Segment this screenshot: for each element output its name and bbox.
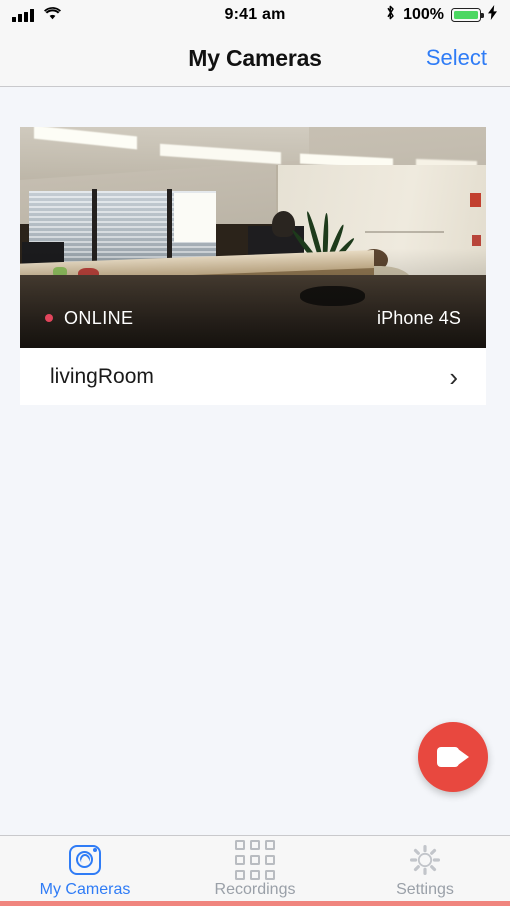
grid-icon xyxy=(235,839,275,880)
tab-label-my-cameras: My Cameras xyxy=(39,880,131,898)
tab-settings[interactable]: Settings xyxy=(340,836,510,906)
device-label: iPhone 4S xyxy=(377,307,461,328)
status-dot-icon xyxy=(45,314,53,322)
camera-icon xyxy=(69,844,101,875)
video-camera-icon xyxy=(437,747,469,767)
app-screen: 9:41 am 100% My Cameras Select ONLINE iP… xyxy=(0,0,510,906)
camera-card-livingroom[interactable]: ONLINE iPhone 4S livingRoom › xyxy=(20,127,486,405)
camera-status-overlay: ONLINE iPhone 4S xyxy=(20,288,486,348)
tab-label-settings: Settings xyxy=(396,880,454,898)
status-badge: ONLINE xyxy=(64,307,134,328)
tab-bar: My Cameras Recordings Settings xyxy=(0,835,510,906)
tab-my-cameras[interactable]: My Cameras xyxy=(0,836,170,906)
chevron-right-icon[interactable]: › xyxy=(449,364,458,390)
camera-list: ONLINE iPhone 4S livingRoom › xyxy=(0,88,510,835)
gear-icon xyxy=(410,844,440,875)
page-title: My Cameras xyxy=(188,44,322,71)
status-bar-time: 9:41 am xyxy=(224,6,286,23)
home-indicator xyxy=(0,901,510,906)
add-camera-button[interactable] xyxy=(418,722,488,792)
camera-name-row[interactable]: livingRoom › xyxy=(20,348,486,405)
select-button[interactable]: Select xyxy=(426,45,487,71)
camera-name-label: livingRoom xyxy=(50,364,154,388)
battery-icon xyxy=(451,8,484,22)
online-status: ONLINE xyxy=(45,308,133,329)
navigation-bar: My Cameras Select xyxy=(0,30,510,87)
tab-recordings[interactable]: Recordings xyxy=(170,836,340,906)
status-bar: 9:41 am 100% xyxy=(0,0,510,30)
tab-label-recordings: Recordings xyxy=(214,880,296,898)
camera-thumbnail[interactable]: ONLINE iPhone 4S xyxy=(20,127,486,348)
